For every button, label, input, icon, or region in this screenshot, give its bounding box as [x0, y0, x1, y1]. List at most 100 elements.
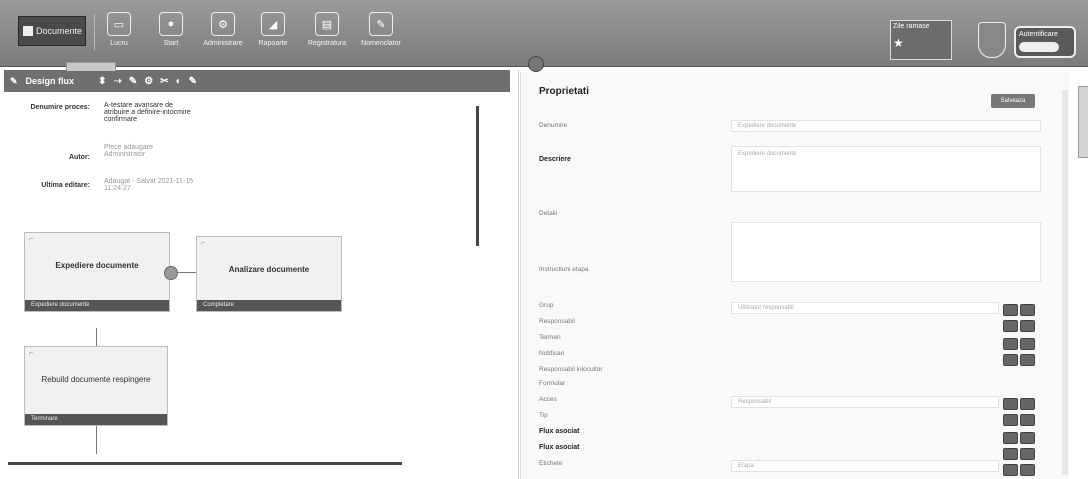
toolbar-item-registratura[interactable]: ▤ Registratura	[300, 12, 354, 47]
remove-icon[interactable]	[1020, 432, 1035, 444]
flow-node-rebuild[interactable]: ⌐ Rebuild documente respingere Terminare	[24, 346, 168, 426]
remove-icon[interactable]	[1020, 338, 1035, 350]
field-label: Detalii	[539, 210, 558, 217]
design-panel-header: ✎ Design flux ⬍ ➝ ✎ ⚙ ✂ ◐ ✎	[4, 62, 510, 92]
remove-icon[interactable]	[1020, 414, 1035, 426]
group-select[interactable]: Utilizator responsabil	[731, 302, 999, 314]
instructions-textarea[interactable]	[731, 222, 1041, 282]
node-footer: Terminare	[25, 414, 167, 425]
node-corner-marker: ⌐	[29, 236, 34, 243]
node-title: Rebuild documente respingere	[41, 375, 151, 384]
deadline-actions	[1003, 338, 1035, 350]
add-icon[interactable]	[1003, 354, 1018, 366]
toolbar-item-label: Lucru	[110, 40, 128, 47]
book-icon: ▤	[315, 12, 339, 36]
field-label: Responsabil inlocuitor	[539, 366, 603, 373]
remove-icon[interactable]	[1020, 354, 1035, 366]
properties-panel: Proprietati Salveaza Denumire Expediere …	[520, 72, 1069, 479]
remove-icon[interactable]	[1020, 304, 1035, 316]
description-textarea[interactable]: Expediere documente	[731, 146, 1041, 192]
flow-actions-2	[1003, 448, 1035, 460]
info-value: Adaugat - Salvat 2021-11-15 11:24:27	[104, 178, 193, 192]
field-label: Formular	[539, 380, 566, 387]
add-icon[interactable]	[1003, 320, 1018, 332]
shield-icon[interactable]	[978, 22, 1006, 58]
flow-actions	[1003, 432, 1035, 444]
toolbar-item-start[interactable]: ● Start	[144, 12, 198, 47]
info-value: A-testare avansare de atribuire a defini…	[104, 102, 191, 123]
login-label: Autentificare	[1019, 31, 1058, 38]
documents-home-button[interactable]: Documente	[18, 16, 86, 46]
name-input[interactable]: Expediere documente	[731, 120, 1041, 132]
gear-icon: ⚙	[211, 12, 235, 36]
access-select[interactable]: Responsabil	[731, 396, 999, 408]
remove-icon[interactable]	[1020, 464, 1035, 476]
settings-tool-icon[interactable]: ⚙	[144, 76, 153, 87]
properties-scrollbar[interactable]	[1062, 90, 1068, 475]
flow-node-expediere[interactable]: ⌐ Expediere documente Expediere document…	[24, 232, 170, 312]
canvas-scrollbar[interactable]	[476, 106, 479, 246]
contrast-tool-icon[interactable]: ◐	[176, 76, 182, 87]
tags-select[interactable]: Etapa	[731, 460, 999, 472]
license-badge[interactable]: Zile ramase ★	[890, 20, 952, 60]
star-icon: ★	[893, 36, 904, 50]
group-actions	[1003, 304, 1035, 316]
tags-actions	[1003, 464, 1035, 476]
add-icon[interactable]	[1003, 414, 1018, 426]
cut-tool-icon[interactable]: ✂	[160, 76, 168, 87]
connector-handle[interactable]	[164, 266, 178, 280]
pencil-tool-icon[interactable]: ✎	[129, 76, 137, 87]
edit-icon: ✎	[10, 75, 18, 86]
toolbar-item-label: Rapoarte	[258, 40, 288, 47]
add-icon[interactable]	[1003, 304, 1018, 316]
toolbar-item-label: Administrare	[203, 40, 243, 47]
panel-collapse-handle[interactable]	[528, 56, 544, 72]
add-icon[interactable]	[1003, 464, 1018, 476]
login-widget[interactable]: Autentificare	[1014, 26, 1076, 58]
field-label: Flux asociat	[539, 428, 580, 435]
toolbar-item-rapoarte[interactable]: ◢ Rapoarte	[246, 12, 300, 47]
node-title: Analizare documente	[228, 265, 310, 274]
type-actions	[1003, 414, 1035, 426]
toolbar-item-label: Start	[163, 40, 179, 47]
side-panel-tab[interactable]	[1078, 86, 1088, 158]
pencil-icon: ✎	[369, 12, 393, 36]
login-toggle[interactable]	[1019, 42, 1059, 52]
node-corner-marker: ⌐	[201, 240, 206, 247]
toolbar-item-administrare[interactable]: ⚙ Administrare	[196, 12, 250, 47]
arrow-tool-icon[interactable]: ➝	[113, 76, 121, 87]
save-button[interactable]: Salveaza	[991, 94, 1035, 108]
info-label: Ultima editare:	[41, 182, 90, 189]
add-icon[interactable]	[1003, 432, 1018, 444]
move-tool-icon[interactable]: ⬍	[98, 76, 106, 87]
node-corner-marker: ⌐	[29, 350, 34, 357]
access-actions	[1003, 398, 1035, 410]
field-label: Descriere	[539, 156, 571, 163]
app-logo-icon	[23, 26, 33, 36]
field-label: Grup	[539, 302, 554, 309]
remove-icon[interactable]	[1020, 398, 1035, 410]
play-icon: ●	[159, 12, 183, 36]
remove-icon[interactable]	[1020, 448, 1035, 460]
info-value: Plece adaugare Administrator	[104, 144, 154, 158]
toolbar-item-nomenclator[interactable]: ✎ Nomenclator	[354, 12, 408, 47]
edit-tool-icon[interactable]: ✎	[189, 76, 197, 87]
add-icon[interactable]	[1003, 398, 1018, 410]
design-tools: ⬍ ➝ ✎ ⚙ ✂ ◐ ✎	[98, 76, 197, 87]
field-label: Denumire	[539, 122, 568, 129]
add-icon[interactable]	[1003, 338, 1018, 350]
add-icon[interactable]	[1003, 448, 1018, 460]
toolbar-item-label: Registratura	[307, 40, 347, 47]
remove-icon[interactable]	[1020, 320, 1035, 332]
app-logo-label: Documente	[36, 26, 83, 36]
flow-node-analizare[interactable]: ⌐ Analizare documente Completare	[196, 236, 342, 312]
monitor-icon: ▭	[107, 12, 131, 36]
connector-line	[96, 328, 97, 346]
panel-divider[interactable]	[518, 70, 519, 479]
node-title: Expediere documente	[55, 261, 139, 270]
field-label: Notificari	[539, 350, 565, 357]
panel-tab[interactable]	[66, 62, 116, 71]
license-badge-text: Zile ramase	[893, 23, 930, 30]
toolbar-item-lucru[interactable]: ▭ Lucru	[92, 12, 146, 47]
canvas-horizontal-scrollbar[interactable]	[8, 462, 402, 465]
